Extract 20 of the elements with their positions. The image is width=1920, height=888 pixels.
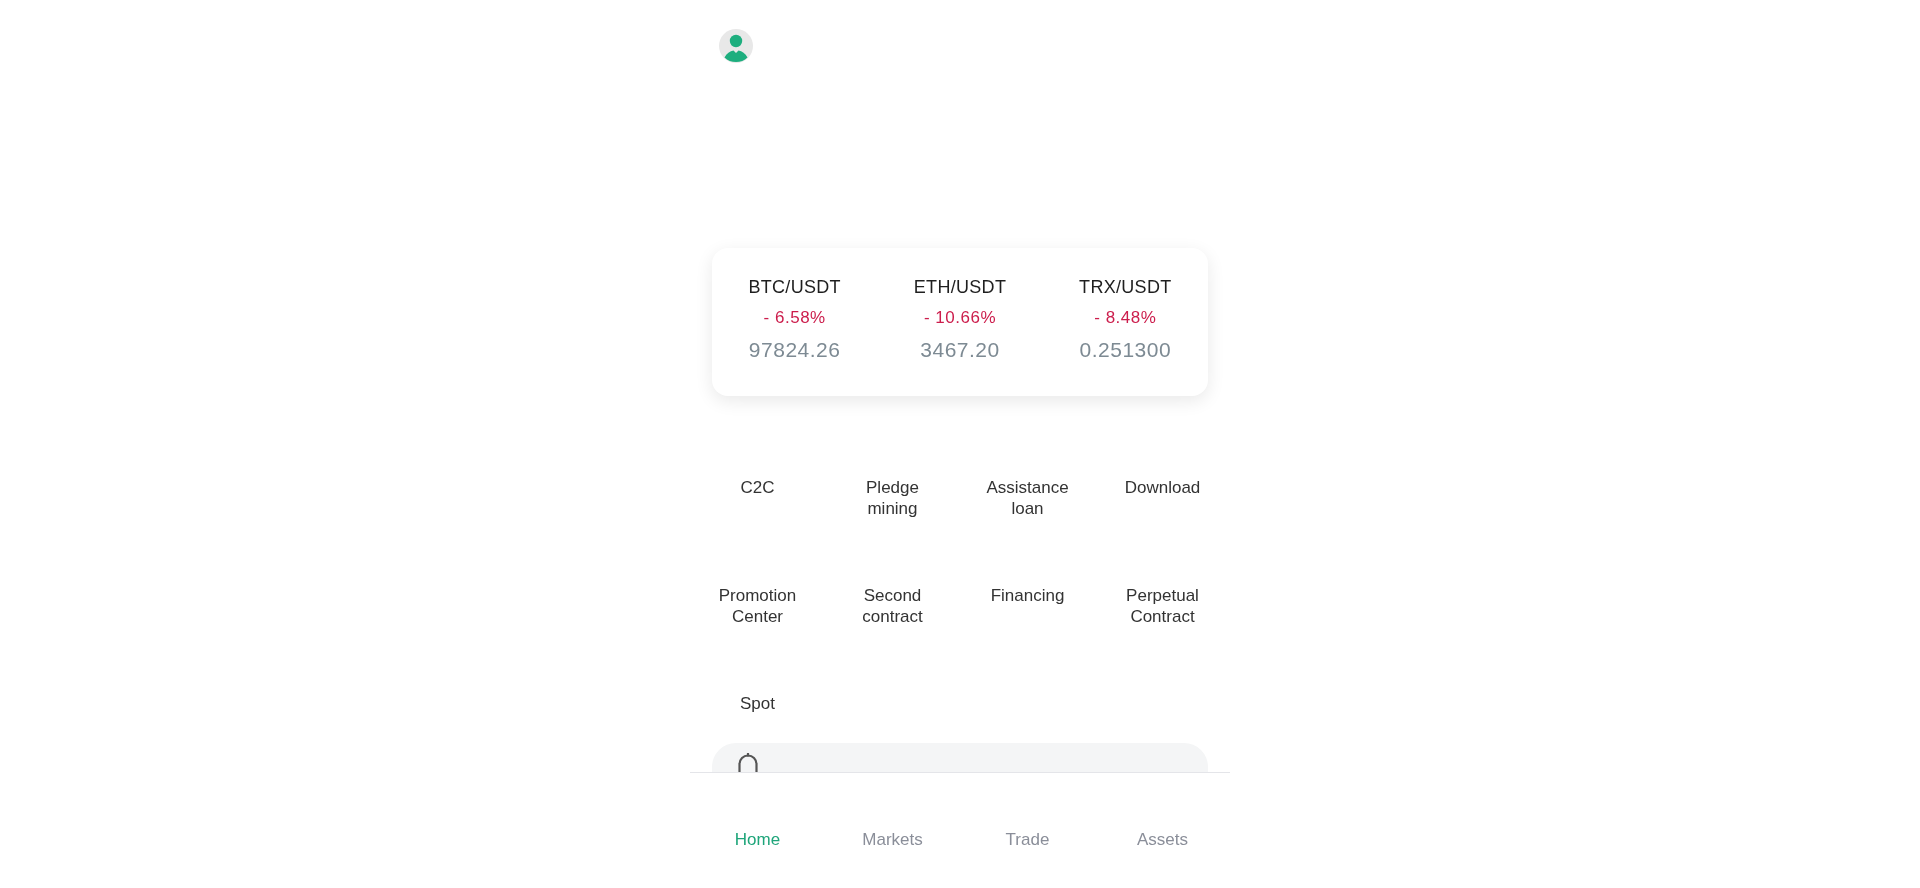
- price-change: - 8.48%: [1094, 307, 1157, 329]
- last-price: 3467.20: [920, 337, 1000, 363]
- last-price: 97824.26: [748, 337, 841, 363]
- user-avatar-icon[interactable]: [719, 29, 753, 63]
- menu-item[interactable]: C2C: [740, 477, 775, 498]
- menu-item[interactable]: Pledge mining: [844, 477, 941, 519]
- trading-pair: ETH/USDT: [913, 276, 1007, 298]
- price-change: - 10.66%: [923, 307, 996, 329]
- menu-item[interactable]: Spot: [740, 693, 775, 714]
- menu-item[interactable]: Financing: [990, 585, 1065, 606]
- menu-item[interactable]: Download: [1124, 477, 1201, 498]
- menu-item[interactable]: Second contract: [844, 585, 941, 627]
- last-price: 0.251300: [1079, 337, 1172, 363]
- trading-pair: BTC/USDT: [748, 276, 841, 298]
- menu-item[interactable]: Assistance loan: [979, 477, 1076, 519]
- trading-pair: TRX/USDT: [1079, 276, 1172, 298]
- bell-icon: [736, 753, 760, 772]
- menu-item[interactable]: Promotion Center: [709, 585, 806, 627]
- menu-item[interactable]: Perpetual Contract: [1114, 585, 1211, 627]
- price-change: - 6.58%: [763, 307, 826, 329]
